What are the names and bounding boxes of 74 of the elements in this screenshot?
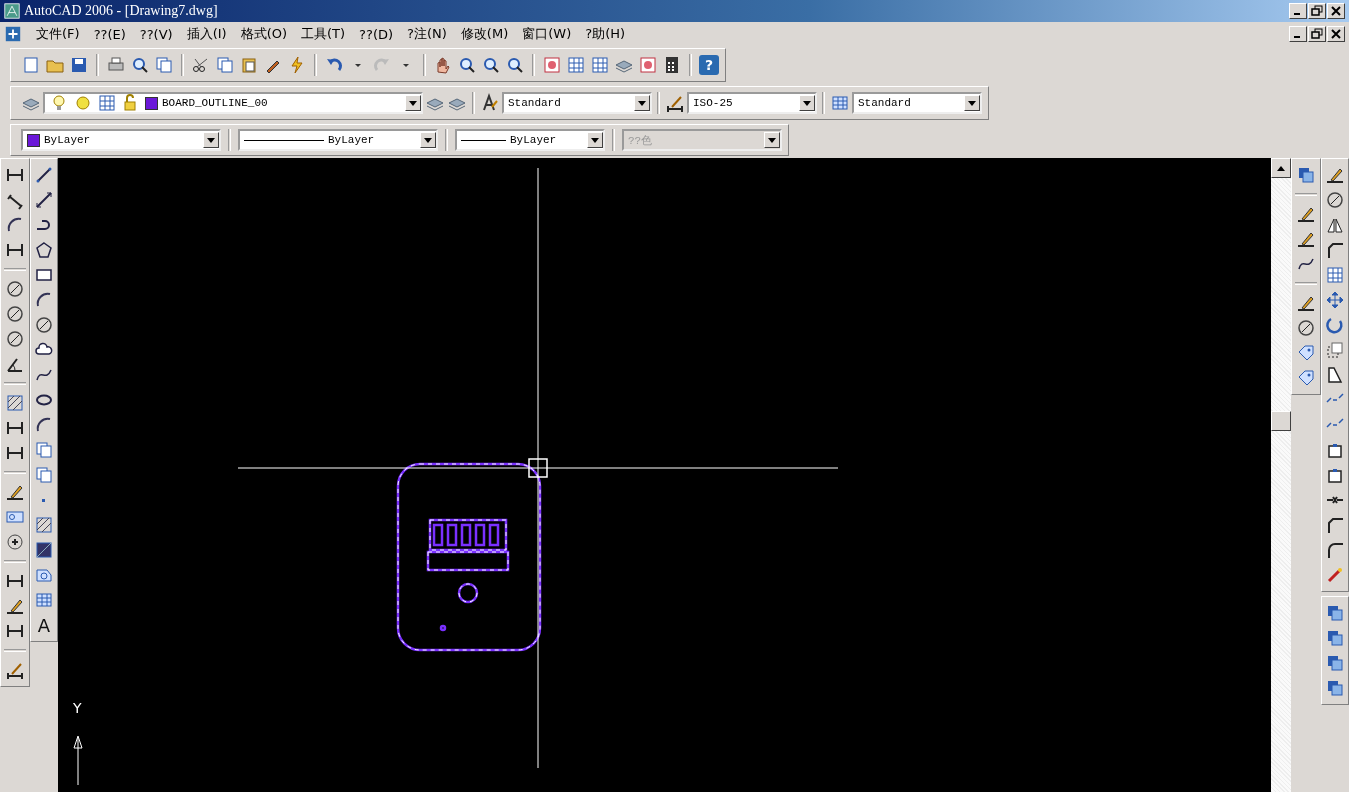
zoom-previous-icon[interactable]	[505, 55, 525, 75]
bring-to-front-icon[interactable]	[1325, 603, 1345, 623]
menu-item[interactable]: 格式(O)	[240, 25, 287, 43]
lineweight-dropdown[interactable]: ByLayer	[455, 129, 605, 151]
construction-line-icon[interactable]	[34, 190, 54, 210]
ucs-axis-icon	[73, 735, 83, 786]
close-icon[interactable]	[1327, 26, 1345, 42]
new-document-icon[interactable]	[21, 55, 41, 75]
menu-item[interactable]: 修改(M)	[460, 25, 509, 43]
menu-item[interactable]: 插入(I)	[186, 25, 227, 43]
table-style-icon[interactable]	[830, 93, 850, 113]
send-to-back-icon[interactable]	[1325, 628, 1345, 648]
layer-color-swatch	[145, 96, 158, 110]
sun-icon[interactable]	[73, 93, 93, 113]
zoom-realtime-icon[interactable]	[457, 55, 477, 75]
vertical-scrollbar[interactable]	[1271, 158, 1291, 792]
text-style-icon[interactable]	[480, 93, 500, 113]
circle-icon[interactable]	[34, 315, 54, 335]
close-icon[interactable]	[1327, 3, 1345, 19]
restore-icon[interactable]	[1308, 26, 1326, 42]
color-dropdown[interactable]: ByLayer	[21, 129, 221, 151]
draw-order-icon[interactable]	[1296, 165, 1316, 185]
zoom-window-icon[interactable]	[481, 55, 501, 75]
ucs-y-label: Y	[73, 700, 82, 716]
menu-item[interactable]: ?注(N)	[407, 25, 447, 43]
lineweight-sample	[461, 139, 506, 141]
copy-icon[interactable]	[215, 55, 235, 75]
paste-icon[interactable]	[239, 55, 259, 75]
menu-item[interactable]: ??(V)	[139, 26, 173, 42]
dimension-style-dropdown[interactable]: ISO-25	[687, 92, 817, 114]
menu-item[interactable]: ??(D)	[359, 26, 394, 42]
menu-item[interactable]: ?助(H)	[585, 25, 626, 43]
line-icon[interactable]	[34, 165, 54, 185]
save-icon[interactable]	[69, 55, 89, 75]
multiline-text-button[interactable]: A	[34, 615, 54, 635]
menu-item[interactable]: ??(E)	[93, 26, 126, 42]
window-title: AutoCAD 2006 - [Drawing7.dwg]	[24, 3, 219, 19]
diameter-icon[interactable]	[5, 329, 25, 349]
app-logo-icon	[4, 3, 20, 19]
array-icon[interactable]	[1325, 265, 1345, 285]
help-button[interactable]: ?	[699, 55, 719, 75]
fillet-icon[interactable]	[1325, 540, 1345, 560]
radius-icon[interactable]	[5, 279, 25, 299]
minimize-icon[interactable]	[1289, 3, 1307, 19]
linetype-dropdown[interactable]: ByLayer	[238, 129, 438, 151]
minimize-icon[interactable]	[1289, 26, 1307, 42]
center-mark-icon[interactable]	[5, 532, 25, 552]
stretch-icon[interactable]	[1325, 365, 1345, 385]
drawing-canvas[interactable]: Y	[58, 158, 1271, 792]
rotate-icon[interactable]	[1325, 315, 1345, 335]
chamfer-icon[interactable]	[1325, 515, 1345, 535]
restore-icon[interactable]	[1308, 3, 1326, 19]
color-swatch	[27, 133, 40, 147]
table-icon[interactable]	[34, 590, 54, 610]
send-under-icon[interactable]	[1325, 678, 1345, 698]
polygon-icon[interactable]	[34, 240, 54, 260]
layer-dropdown[interactable]: BOARD_OUTLINE_00	[43, 92, 423, 114]
edit-tag-icon[interactable]	[1296, 343, 1316, 363]
up-arrow-icon	[1277, 165, 1285, 171]
scroll-up-button[interactable]	[1271, 158, 1291, 178]
explode-icon[interactable]	[1325, 565, 1345, 585]
print-preview-icon[interactable]	[130, 55, 150, 75]
text-style-dropdown[interactable]: Standard	[502, 92, 652, 114]
hatch-icon[interactable]	[34, 515, 54, 535]
scroll-thumb[interactable]	[1271, 411, 1291, 431]
table-style-dropdown[interactable]: Standard	[852, 92, 982, 114]
scale-icon[interactable]	[1325, 340, 1345, 360]
gradient-icon[interactable]	[34, 540, 54, 560]
document-icon[interactable]	[4, 25, 22, 43]
bring-above-icon[interactable]	[1325, 653, 1345, 673]
move-icon[interactable]	[1325, 290, 1345, 310]
menu-item[interactable]: 文件(F)	[36, 25, 80, 43]
menu-item[interactable]: 工具(T)	[301, 25, 346, 43]
menu-item[interactable]: 窗口(W)	[522, 25, 572, 43]
